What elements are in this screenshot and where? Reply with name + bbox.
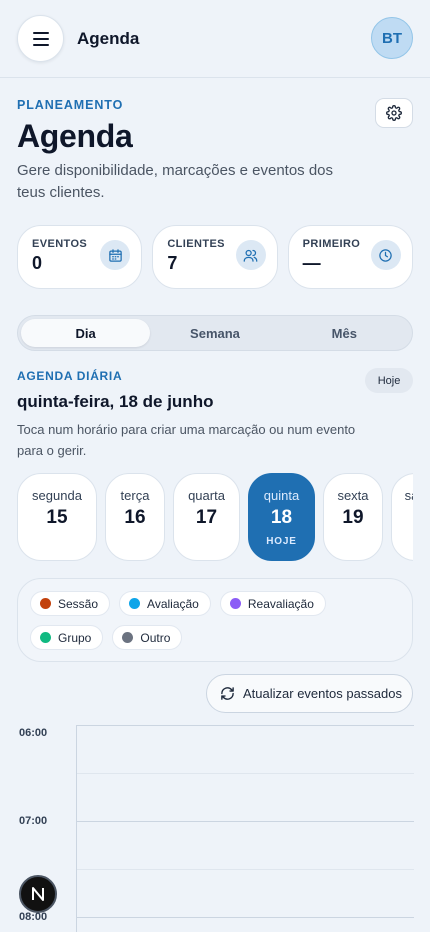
- color-dot: [129, 598, 141, 609]
- day-selector[interactable]: segunda 15 terça 16 quarta 17 quinta 18 …: [17, 473, 413, 561]
- day-name: terça: [120, 488, 150, 503]
- day-chip-wednesday[interactable]: quarta 17: [173, 473, 240, 561]
- day-chip-thursday[interactable]: quinta 18 HOJE: [248, 473, 315, 561]
- hour-label: 06:00: [19, 727, 48, 739]
- legend-chip-other: Outro: [112, 625, 183, 650]
- day-chip-monday[interactable]: segunda 15: [17, 473, 97, 561]
- today-button[interactable]: Hoje: [365, 368, 413, 393]
- half-hour-line: [77, 869, 414, 870]
- user-avatar[interactable]: BT: [371, 17, 413, 59]
- day-name: segunda: [32, 488, 82, 503]
- hour-label: 08:00: [19, 911, 48, 923]
- refresh-label: Atualizar eventos passados: [243, 686, 402, 701]
- day-number: 17: [195, 507, 218, 528]
- hour-label: 07:00: [19, 815, 48, 827]
- date-hint: Toca num horário para criar uma marcação…: [17, 422, 356, 458]
- stats-row: EVENTOS 0 CLIENTES 7 PRIMEIRO —: [17, 225, 413, 289]
- page-eyebrow: PLANEAMENTO: [17, 98, 124, 112]
- nextjs-devtools-button[interactable]: [19, 875, 57, 913]
- legend-chip-session: Sessão: [30, 591, 111, 616]
- stat-card-events: EVENTOS 0: [17, 225, 143, 289]
- hour-line: [77, 725, 414, 726]
- stat-card-first: PRIMEIRO —: [287, 225, 413, 289]
- day-number: 16: [124, 507, 146, 528]
- refresh-past-events-button[interactable]: Atualizar eventos passados: [206, 674, 413, 713]
- legend-chip-reassessment: Reavaliação: [219, 591, 326, 616]
- day-timeline[interactable]: 06:00 07:00 08:00: [0, 725, 430, 932]
- color-dot: [229, 598, 241, 609]
- selected-date: quinta-feira, 18 de junho: [17, 392, 214, 411]
- event-type-legend: Sessão Avaliação Reavaliação Grupo Outro: [17, 578, 413, 662]
- tab-week[interactable]: Semana: [150, 319, 279, 347]
- refresh-icon: [221, 687, 234, 700]
- legend-label: Sessão: [58, 596, 99, 611]
- n-logo-icon: [32, 887, 44, 901]
- color-dot: [40, 632, 51, 643]
- day-name: quarta: [188, 488, 225, 503]
- day-name: quinta: [263, 488, 300, 503]
- top-bar: Agenda BT: [0, 0, 430, 78]
- day-number: 19: [342, 507, 364, 528]
- gear-icon: [386, 105, 402, 121]
- stat-card-clients: CLIENTES 7: [152, 225, 278, 289]
- legend-chip-group: Grupo: [30, 625, 104, 650]
- menu-button[interactable]: [17, 15, 64, 62]
- hour-line: [77, 917, 414, 918]
- today-tag: HOJE: [266, 536, 297, 547]
- users-icon: [235, 240, 266, 270]
- legend-label: Reavaliação: [247, 596, 314, 611]
- day-name: sábado: [404, 488, 413, 503]
- settings-button[interactable]: [375, 98, 413, 128]
- clock-icon: [370, 240, 401, 270]
- page-subtitle: Gere disponibilidade, marcações e evento…: [17, 162, 334, 201]
- timeline-grid[interactable]: [76, 725, 414, 932]
- legend-chip-assessment: Avaliação: [119, 591, 211, 616]
- app-title: Agenda: [77, 28, 140, 48]
- color-dot: [40, 598, 51, 609]
- tab-month[interactable]: Mês: [280, 319, 409, 347]
- tab-day[interactable]: Dia: [21, 319, 151, 347]
- legend-label: Avaliação: [147, 596, 199, 611]
- legend-label: Outro: [140, 630, 171, 645]
- page-title: Agenda: [17, 118, 133, 154]
- section-eyebrow: AGENDA DIÁRIA: [17, 369, 123, 383]
- half-hour-line: [77, 773, 414, 774]
- day-number: 15: [46, 507, 68, 528]
- day-chip-friday[interactable]: sexta 19: [323, 473, 383, 561]
- hour-line: [77, 821, 414, 822]
- legend-label: Grupo: [58, 630, 92, 645]
- day-name: sexta: [337, 488, 369, 503]
- hamburger-icon: [32, 31, 49, 46]
- view-tabs: Dia Semana Mês: [17, 315, 413, 351]
- day-number: 18: [270, 507, 293, 528]
- day-chip-saturday[interactable]: sábado 20: [391, 473, 413, 561]
- color-dot: [122, 632, 134, 643]
- day-chip-tuesday[interactable]: terça 16: [105, 473, 165, 561]
